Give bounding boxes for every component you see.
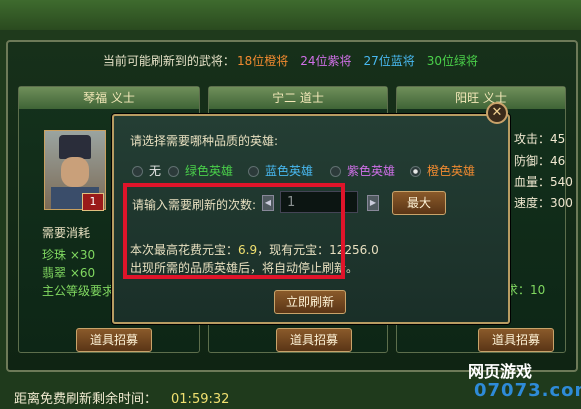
master-level-req: 主公等级要求 [42, 284, 115, 298]
radio-icon [132, 166, 143, 177]
pearl-cost: 珍珠 ×30 [42, 248, 96, 262]
info-prefix: 当前可能刷新到的武将： [102, 54, 235, 68]
recruit-button-3[interactable]: 道具招募 [478, 328, 554, 352]
highlight-box [123, 183, 345, 279]
free-refresh-timer: 距离免费刷新剩余时间： 01:59:32 [14, 388, 229, 407]
level-badge: 1 [82, 193, 104, 211]
hp-stat: 血量：540 [514, 175, 573, 189]
option-green-hero[interactable]: 绿色英雄 [168, 162, 233, 179]
info-bar: 当前可能刷新到的武将： 18位橙将 24位紫将 27位蓝将 30位绿将 [0, 52, 581, 69]
radio-icon [168, 166, 179, 177]
top-banner [0, 0, 581, 30]
level-req-partial: 求：10 [506, 283, 546, 297]
green-count: 30位绿将 [426, 54, 479, 68]
close-icon[interactable]: ✕ [486, 102, 508, 124]
max-button[interactable]: 最大 [392, 191, 446, 215]
watermark-text: 网页游戏 [468, 362, 533, 381]
timer-label: 距离免费刷新剩余时间： [14, 392, 158, 407]
option-blue-hero[interactable]: 蓝色英雄 [248, 162, 313, 179]
attack-stat: 攻击：45 [514, 132, 566, 146]
recruit-button-1[interactable]: 道具招募 [76, 328, 152, 352]
hero-face [61, 157, 89, 187]
radio-icon [248, 166, 259, 177]
quality-prompt: 请选择需要哪种品质的英雄: [130, 134, 279, 148]
recruit-button-2[interactable]: 道具招募 [276, 328, 352, 352]
jade-cost: 翡翠 ×60 [42, 266, 96, 280]
option-orange-hero[interactable]: 橙色英雄 [410, 162, 475, 179]
orange-count: 18位橙将 [236, 54, 289, 68]
hero-hat [59, 135, 91, 159]
watermark-domain: 07073.com [474, 380, 581, 401]
option-none[interactable]: 无 [132, 162, 161, 179]
refresh-now-button[interactable]: 立即刷新 [274, 290, 346, 314]
increase-arrow-icon[interactable]: ▶ [367, 195, 379, 211]
hero-card-name: 阳旺 义士 [397, 87, 565, 109]
timer-value: 01:59:32 [171, 392, 230, 407]
purple-count: 24位紫将 [300, 54, 352, 68]
speed-stat: 速度：300 [514, 196, 573, 210]
radio-selected-icon [410, 166, 421, 177]
cost-label: 需要消耗 [42, 226, 91, 240]
defense-stat: 防御：46 [514, 154, 566, 168]
hero-card-name: 琴福 义士 [19, 87, 199, 109]
blue-count: 27位蓝将 [363, 54, 415, 68]
option-purple-hero[interactable]: 紫色英雄 [330, 162, 395, 179]
hero-card-name: 宁二 道士 [209, 87, 387, 109]
radio-icon [330, 166, 341, 177]
